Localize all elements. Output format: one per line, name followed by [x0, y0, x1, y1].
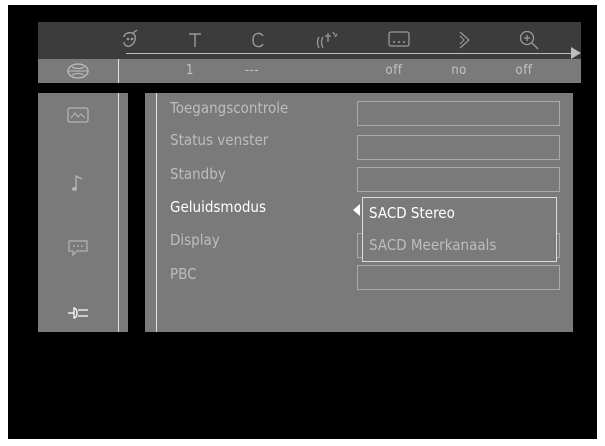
settings-panel: Toegangscontrole Status venster Standby … [145, 93, 573, 332]
menu-item-standby[interactable]: Standby [170, 163, 226, 185]
disc-icon [38, 59, 118, 83]
menu-item-pbc[interactable]: PBC [170, 263, 197, 285]
panel-separator [156, 93, 157, 332]
zoom-icon[interactable] [514, 27, 544, 53]
title-icon[interactable] [115, 27, 145, 53]
parental-control-value-box[interactable] [357, 101, 560, 126]
menu-item-parental-control[interactable]: Toegangscontrole [170, 97, 288, 119]
zoom-value: off [515, 63, 533, 78]
column-separator [118, 93, 119, 332]
angle-icon[interactable] [449, 27, 479, 53]
sound-mode-dropdown[interactable]: SACD Stereo SACD Meerkanaals [362, 197, 557, 262]
status-values-bar: 1 --- off no off [38, 59, 581, 83]
menu-item-display[interactable]: Display [170, 229, 220, 251]
chapter-value: --- [244, 63, 260, 78]
menu-category-column [38, 93, 128, 332]
subtitle-icon[interactable] [384, 27, 414, 53]
features-icon[interactable] [38, 296, 118, 330]
tv-screen: 1 --- off no off Toegangscontrole Status… [8, 5, 597, 439]
language-icon[interactable] [38, 231, 118, 265]
audio-icon[interactable] [313, 27, 343, 53]
subtitle-value: off [385, 63, 403, 78]
chapter-icon[interactable] [243, 27, 273, 53]
pbc-value-box[interactable] [357, 265, 560, 290]
standby-value-box[interactable] [357, 167, 560, 192]
option-sacd-stereo[interactable]: SACD Stereo [369, 204, 455, 222]
selection-pointer-icon [353, 204, 360, 216]
timeline-arrow [571, 47, 581, 59]
timeline-axis [126, 53, 576, 54]
option-sacd-multichannel[interactable]: SACD Meerkanaals [369, 236, 496, 254]
status-window-value-box[interactable] [357, 135, 560, 160]
menu-item-sound-mode[interactable]: Geluidsmodus [170, 196, 266, 218]
title-value: 1 [186, 63, 194, 78]
sound-icon[interactable] [38, 166, 118, 200]
picture-icon[interactable] [38, 98, 118, 132]
angle-value: no [451, 63, 467, 78]
values-separator [118, 59, 119, 83]
text-icon[interactable] [180, 27, 210, 53]
menu-item-status-window[interactable]: Status venster [170, 129, 268, 151]
